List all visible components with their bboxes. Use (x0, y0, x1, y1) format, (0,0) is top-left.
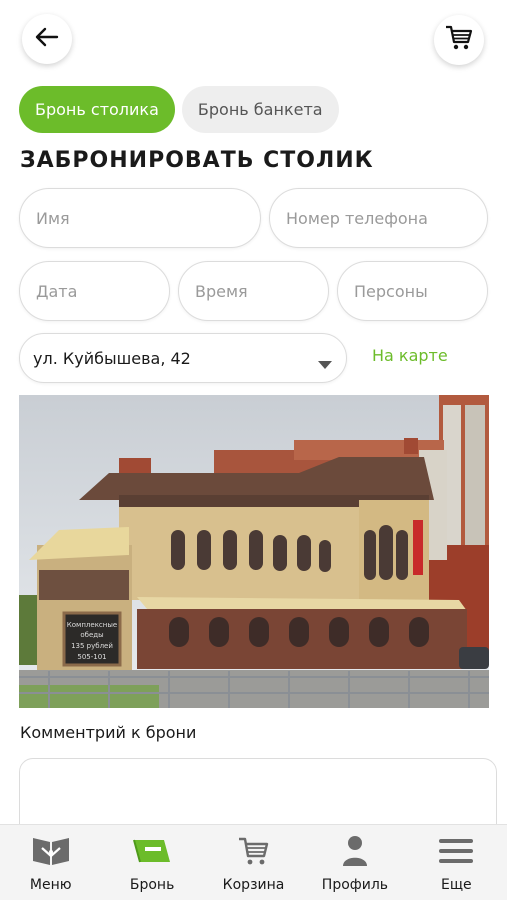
cart-icon (238, 834, 270, 868)
comment-label: Комментрий к брони (20, 723, 197, 742)
nav-item-cart[interactable]: Корзина (203, 825, 304, 900)
nav-label-cart: Корзина (222, 877, 285, 893)
address-value: ул. Куйбышева, 42 (33, 348, 191, 368)
menu-book-icon (32, 834, 70, 868)
restaurant-photo: Комплексные обеды 135 рублей 505-101 (19, 395, 489, 708)
menu-board-text-1: Комплексные (67, 621, 117, 629)
nav-label-booking: Бронь (129, 877, 175, 893)
menu-board-price: 135 рублей (71, 642, 113, 650)
name-placeholder: Имя (36, 208, 70, 228)
time-placeholder: Время (195, 281, 248, 301)
menu-board-text-2: обеды (80, 631, 103, 639)
persons-field[interactable]: Персоны (337, 261, 488, 321)
nav-item-menu[interactable]: Меню (0, 825, 101, 900)
nav-label-more: Еще (441, 877, 472, 893)
bottom-nav: Меню Бронь Корзина Профиль Еще (0, 824, 507, 900)
time-field[interactable]: Время (178, 261, 329, 321)
map-link[interactable]: На карте (372, 346, 448, 365)
arrow-left-icon (35, 27, 59, 51)
cart-icon (445, 25, 473, 55)
nav-item-profile[interactable]: Профиль (304, 825, 405, 900)
nav-item-booking[interactable]: Бронь (101, 825, 202, 900)
booking-tabs: Бронь столика Бронь банкета (19, 86, 339, 133)
nav-label-menu: Меню (29, 877, 72, 893)
date-placeholder: Дата (36, 281, 78, 301)
cart-button[interactable] (434, 15, 484, 65)
phone-field[interactable]: Номер телефона (269, 188, 488, 248)
page-title: ЗАБРОНИРОВАТЬ СТОЛИК (20, 148, 374, 173)
tab-banquet-booking[interactable]: Бронь банкета (181, 86, 339, 133)
phone-placeholder: Номер телефона (286, 208, 428, 228)
persons-placeholder: Персоны (354, 281, 428, 301)
date-field[interactable]: Дата (19, 261, 170, 321)
name-field[interactable]: Имя (19, 188, 261, 248)
more-icon (439, 834, 474, 868)
nav-item-more[interactable]: Еще (406, 825, 507, 900)
menu-board-phone: 505-101 (77, 653, 106, 661)
tab-table-booking[interactable]: Бронь столика (19, 86, 175, 133)
booking-icon (132, 834, 172, 868)
address-select[interactable]: ул. Куйбышева, 42 (19, 333, 347, 383)
back-button[interactable] (22, 14, 72, 64)
chevron-down-icon (318, 354, 332, 373)
nav-label-profile: Профиль (321, 877, 389, 893)
profile-icon (342, 834, 368, 868)
